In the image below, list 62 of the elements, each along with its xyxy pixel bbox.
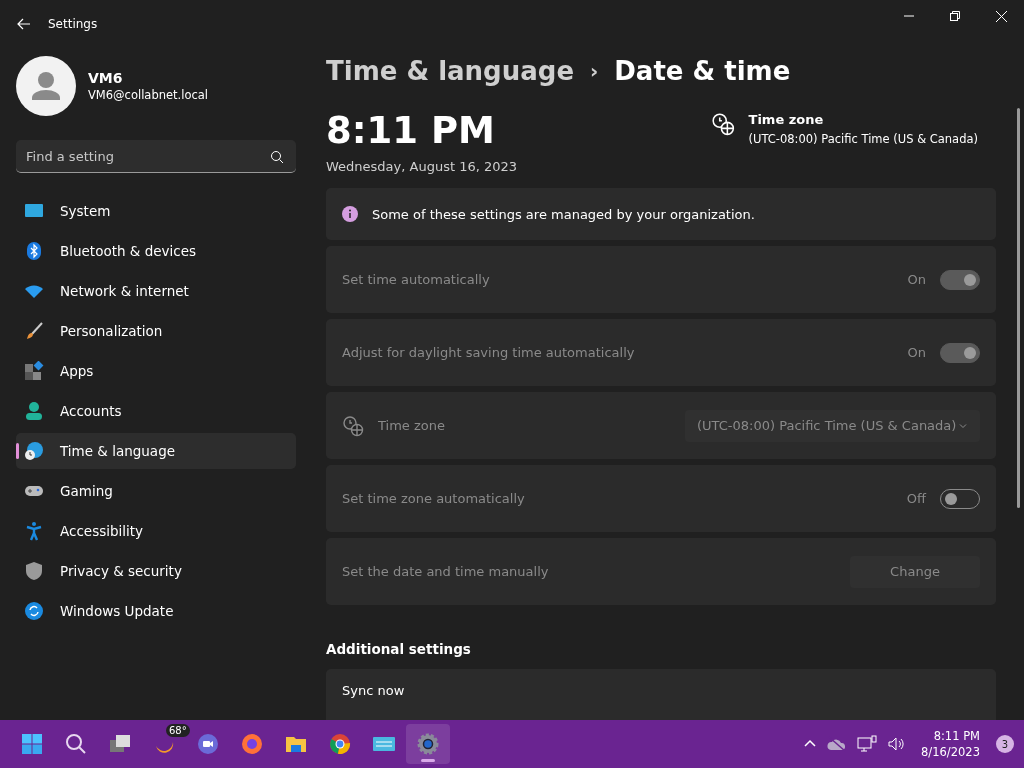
- sidebar-item[interactable]: Network & internet: [16, 273, 296, 309]
- sidebar-item[interactable]: Accounts: [16, 393, 296, 429]
- close-icon: [995, 10, 1007, 22]
- time-zone-value: (UTC-08:00) Pacific Time (US & Canada): [748, 132, 978, 146]
- toggle-state-label: Off: [906, 491, 926, 506]
- volume-icon[interactable]: [887, 736, 906, 752]
- sidebar-item[interactable]: System: [16, 193, 296, 229]
- breadcrumb-separator: ›: [590, 59, 599, 83]
- time-zone-label: Time zone: [748, 112, 825, 127]
- clock-globe-icon: [342, 414, 364, 437]
- page-title: Date & time: [614, 56, 791, 86]
- search-icon: [270, 150, 284, 164]
- sidebar-item[interactable]: Gaming: [16, 473, 296, 509]
- video-chat-icon[interactable]: [196, 732, 220, 756]
- current-date: Wednesday, August 16, 2023: [326, 159, 518, 174]
- setting-label: Sync now: [342, 683, 405, 698]
- info-icon: [342, 206, 358, 222]
- start-icon[interactable]: [20, 732, 44, 756]
- setting-label: Adjust for daylight saving time automatically: [342, 345, 635, 360]
- toggle-state-label: On: [907, 272, 926, 287]
- clock-globe-icon: [710, 112, 735, 136]
- window-title: Settings: [48, 17, 98, 31]
- setting-label: Set time zone automatically: [342, 491, 525, 506]
- sidebar-item[interactable]: Bluetooth & devices: [16, 233, 296, 269]
- setting-label: Set the date and time manually: [342, 564, 549, 579]
- info-text: Some of these settings are managed by your organization.: [372, 206, 755, 222]
- browser-fox-icon[interactable]: [240, 732, 264, 756]
- section-heading: Additional settings: [326, 641, 472, 657]
- sidebar-item[interactable]: Windows Update: [16, 593, 296, 629]
- back-icon[interactable]: [16, 16, 32, 32]
- current-time: 8:11 PM: [326, 112, 496, 149]
- sidebar-item[interactable]: Time & language: [16, 433, 296, 469]
- shield-icon: [24, 561, 44, 581]
- sidebar-item[interactable]: Apps: [16, 353, 296, 389]
- user-name: VM6: [88, 70, 124, 86]
- avatar: [16, 56, 76, 116]
- notification-badge[interactable]: 3: [996, 735, 1014, 753]
- user-email: VM6@collabnet.local: [88, 88, 209, 102]
- toggle-state-label: On: [907, 345, 926, 360]
- restore-icon: [950, 11, 960, 21]
- accessibility-icon: [24, 521, 44, 541]
- bluetooth-icon: [24, 241, 44, 261]
- update-icon: [24, 601, 44, 621]
- search-icon[interactable]: [64, 732, 88, 756]
- sidebar-item[interactable]: Privacy & security: [16, 553, 296, 589]
- browser-icon[interactable]: [328, 732, 352, 756]
- network-icon[interactable]: [857, 735, 878, 753]
- apps-icon: [24, 361, 44, 381]
- sidebar-item[interactable]: Personalization: [16, 313, 296, 349]
- brush-icon: [24, 321, 44, 341]
- globe-clock-icon: [24, 441, 44, 461]
- person-icon: [24, 401, 44, 421]
- search-field[interactable]: Find a setting: [16, 140, 296, 173]
- taskbar-clock[interactable]: 8:11 PM 8/16/2023: [921, 727, 980, 761]
- breadcrumb-link[interactable]: Time & language: [326, 56, 575, 86]
- settings-icon[interactable]: [416, 732, 440, 756]
- setting-label: Set time automatically: [342, 272, 490, 287]
- scrollbar-thumb[interactable]: [1016, 108, 1020, 508]
- temperature-badge: 68°: [166, 724, 190, 737]
- setting-label: Time zone: [378, 418, 445, 433]
- cloud-off-icon[interactable]: [827, 736, 848, 752]
- sidebar-item[interactable]: Accessibility: [16, 513, 296, 549]
